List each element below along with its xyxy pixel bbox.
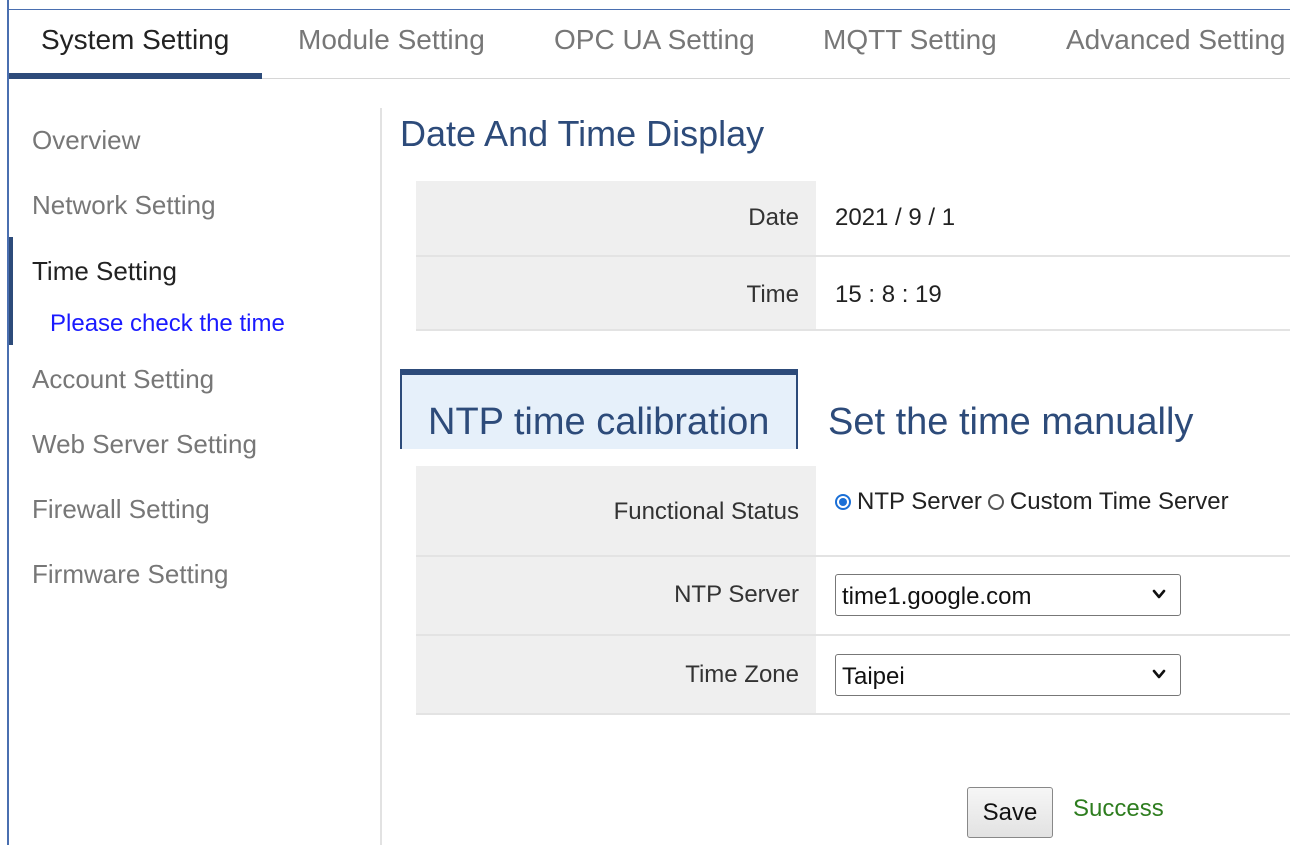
radio-custom-time-server[interactable] [987,494,1004,510]
tab-system-setting[interactable]: System Setting [41,24,229,56]
row-divider [416,555,1290,557]
time-zone-select[interactable]: Taipei [835,654,1181,696]
ntp-server-label: NTP Server [674,581,799,608]
date-label: Date [748,204,799,231]
ntp-server-select[interactable]: time1.google.com [835,574,1181,616]
subtab-ntp-label: NTP time calibration [428,401,770,443]
subtab-set-time-manually[interactable]: Set the time manually [800,369,1224,449]
row-divider [416,255,1290,257]
save-button[interactable]: Save [967,787,1053,838]
radio-custom-time-server-label[interactable]: Custom Time Server [1010,488,1229,516]
tab-mqtt-setting[interactable]: MQTT Setting [823,24,997,56]
sidebar-item-time-setting[interactable]: Time Setting [32,256,177,287]
tab-advanced-setting[interactable]: Advanced Setting [1066,24,1286,56]
top-tab-bar: System Setting Module Setting OPC UA Set… [9,10,1290,79]
subtab-ntp-time-calibration[interactable]: NTP time calibration [400,369,798,449]
date-value: 2021 / 9 / 1 [835,204,956,231]
sidebar-item-firewall-setting[interactable]: Firewall Setting [32,494,210,525]
sidebar-item-web-server-setting[interactable]: Web Server Setting [32,429,257,460]
frame-border [7,0,9,845]
sidebar-item-firmware-setting[interactable]: Firmware Setting [32,559,229,590]
subtab-manual-label: Set the time manually [828,401,1194,443]
sidebar-divider [380,108,382,845]
time-zone-label: Time Zone [685,661,799,688]
functional-status-radio-group: NTP Server Custom Time Server [835,488,1229,516]
time-label: Time [746,281,799,308]
radio-ntp-server[interactable] [835,494,851,510]
sidebar-item-overview[interactable]: Overview [32,125,140,156]
sidebar-subitem-check-time[interactable]: Please check the time [50,310,285,338]
page-title: Date And Time Display [400,113,765,154]
chevron-down-icon [1152,589,1166,599]
row-divider [416,329,1290,331]
active-tab-indicator [9,73,262,79]
row-divider [416,713,1290,715]
sidebar-item-network-setting[interactable]: Network Setting [32,190,216,221]
tab-module-setting[interactable]: Module Setting [298,24,485,56]
ntp-server-select-value: time1.google.com [842,583,1032,610]
radio-ntp-server-label[interactable]: NTP Server [857,488,982,516]
time-value: 15 : 8 : 19 [835,281,942,308]
time-zone-select-value: Taipei [842,663,905,690]
chevron-down-icon [1152,669,1166,679]
sidebar-item-account-setting[interactable]: Account Setting [32,364,214,395]
row-divider [416,634,1290,636]
save-status-message: Success [1073,795,1164,822]
functional-status-label: Functional Status [613,498,799,525]
sidebar-active-indicator [9,237,13,345]
tab-opc-ua-setting[interactable]: OPC UA Setting [554,24,755,56]
